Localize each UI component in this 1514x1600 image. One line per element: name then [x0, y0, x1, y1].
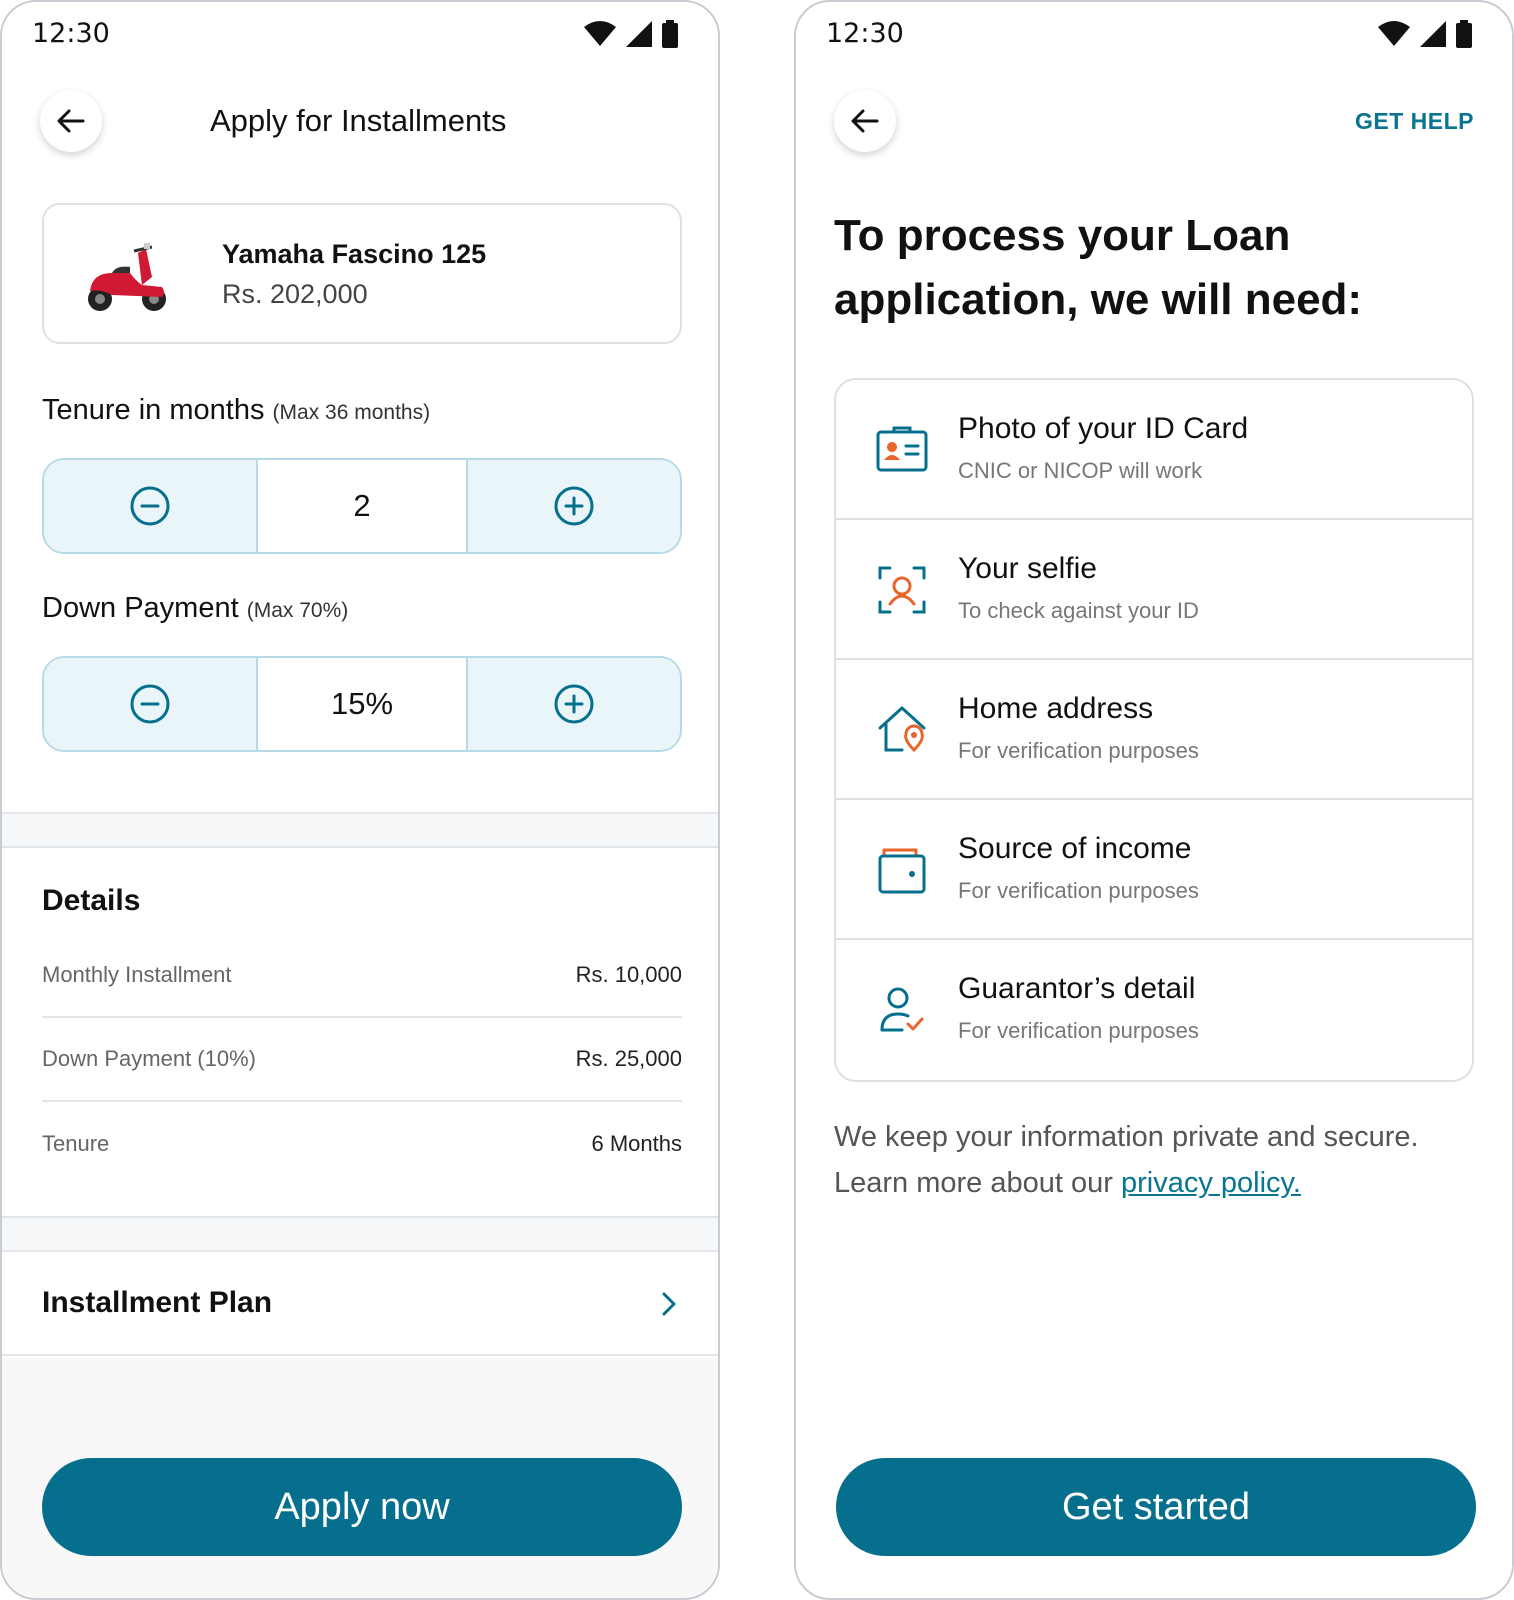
home-location-icon — [878, 706, 926, 753]
get-started-button[interactable]: Get started — [836, 1458, 1476, 1556]
section-divider — [2, 812, 718, 848]
back-button[interactable] — [40, 90, 102, 152]
user-check-icon — [880, 987, 924, 1032]
product-name: Yamaha Fascino 125 — [222, 239, 487, 269]
signal-icon — [1420, 21, 1446, 47]
requirements-list: Photo of your ID Card CNIC or NICOP will… — [834, 378, 1474, 1082]
requirement-title: Source of income — [958, 832, 1192, 865]
down-payment-decrement-button[interactable] — [44, 658, 256, 750]
minus-circle-icon — [130, 486, 170, 526]
requirement-subtitle: CNIC or NICOP will work — [958, 458, 1203, 483]
status-bar: 12:30 — [32, 16, 678, 52]
loan-requirements-screen: 12:30 GET HELP To process your Loan appl… — [794, 0, 1514, 1600]
detail-label: Monthly Installment — [42, 962, 232, 987]
list-item: Source of income For verification purpos… — [836, 800, 1472, 940]
installment-plan-label: Installment Plan — [42, 1286, 273, 1319]
down-payment-label: Down Payment (Max 70%) — [42, 592, 349, 624]
requirement-title: Your selfie — [958, 552, 1097, 585]
list-item: Home address For verification purposes — [836, 660, 1472, 800]
detail-row: Tenure 6 Months — [42, 1102, 682, 1186]
selfie-scan-icon — [878, 566, 926, 614]
scooter-image — [88, 243, 166, 311]
get-help-link[interactable]: GET HELP — [1355, 108, 1474, 135]
down-payment-stepper: 15% — [42, 656, 682, 752]
plus-circle-icon — [554, 486, 594, 526]
status-bar: 12:30 — [826, 16, 1472, 52]
privacy-policy-link[interactable]: privacy policy. — [1121, 1167, 1301, 1199]
chevron-right-icon — [662, 1292, 676, 1316]
tenure-label: Tenure in months (Max 36 months) — [42, 394, 431, 426]
detail-value: Rs. 10,000 — [575, 962, 682, 987]
detail-value: Rs. 25,000 — [575, 1046, 682, 1071]
tenure-increment-button[interactable] — [468, 460, 680, 552]
privacy-note: We keep your information private and sec… — [834, 1121, 1419, 1199]
product-price: Rs. 202,000 — [222, 279, 368, 309]
requirement-title: Guarantor’s detail — [958, 972, 1196, 1005]
detail-row: Monthly Installment Rs. 10,000 — [42, 934, 682, 1018]
id-card-icon — [876, 426, 928, 472]
down-payment-value: 15% — [256, 658, 468, 750]
installment-plan-row[interactable]: Installment Plan — [2, 1252, 718, 1356]
wifi-icon — [584, 21, 616, 46]
battery-icon — [1456, 20, 1472, 48]
wallet-icon — [878, 848, 926, 894]
apply-now-button[interactable]: Apply now — [42, 1458, 682, 1556]
list-item: Photo of your ID Card CNIC or NICOP will… — [836, 380, 1472, 520]
status-time: 12:30 — [32, 18, 110, 49]
requirement-subtitle: To check against your ID — [958, 598, 1199, 623]
page-heading: To process your Loan application, we wil… — [834, 211, 1363, 324]
details-title: Details — [42, 884, 141, 917]
requirement-subtitle: For verification purposes — [958, 878, 1199, 903]
down-payment-increment-button[interactable] — [468, 658, 680, 750]
requirement-title: Home address — [958, 692, 1154, 725]
minus-circle-icon — [130, 684, 170, 724]
status-time: 12:30 — [826, 18, 904, 49]
tenure-decrement-button[interactable] — [44, 460, 256, 552]
arrow-left-icon — [851, 109, 879, 133]
back-button[interactable] — [834, 90, 896, 152]
tenure-value: 2 — [256, 460, 468, 552]
detail-label: Down Payment (10%) — [42, 1046, 256, 1071]
wifi-icon — [1378, 21, 1410, 46]
list-item: Your selfie To check against your ID — [836, 520, 1472, 660]
requirement-title: Photo of your ID Card — [958, 412, 1249, 445]
signal-icon — [626, 21, 652, 47]
tenure-stepper: 2 — [42, 458, 682, 554]
page-title: Apply for Installments — [210, 103, 507, 138]
arrow-left-icon — [57, 109, 85, 133]
plus-circle-icon — [554, 684, 594, 724]
installments-screen: 12:30 Apply for Installments Yamaha Fasc… — [0, 0, 720, 1600]
requirement-subtitle: For verification purposes — [958, 738, 1199, 763]
battery-icon — [662, 20, 678, 48]
section-divider — [2, 1216, 718, 1252]
detail-label: Tenure — [42, 1131, 110, 1156]
detail-row: Down Payment (10%) Rs. 25,000 — [42, 1018, 682, 1102]
detail-value: 6 Months — [591, 1131, 683, 1156]
requirement-subtitle: For verification purposes — [958, 1018, 1199, 1043]
product-card: Yamaha Fascino 125 Rs. 202,000 — [42, 203, 682, 344]
list-item: Guarantor’s detail For verification purp… — [836, 940, 1472, 1080]
